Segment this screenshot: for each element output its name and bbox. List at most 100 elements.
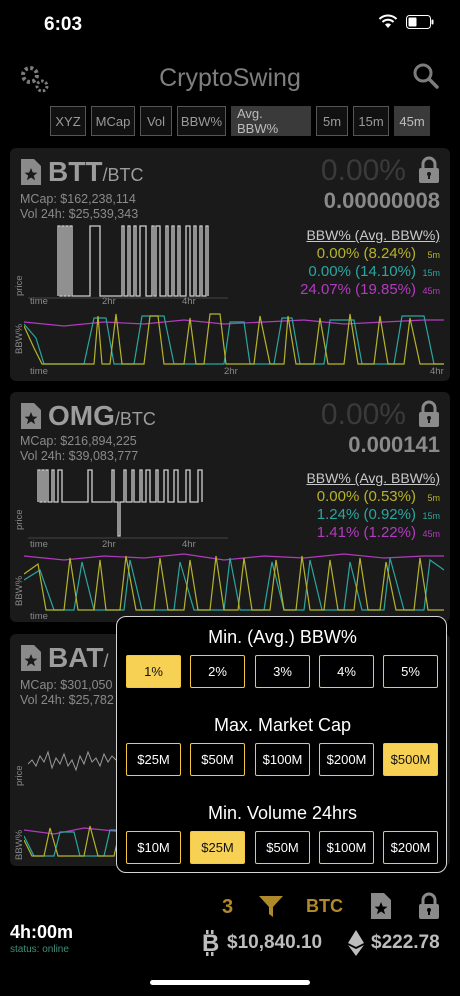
bbw-tick-time: time (30, 611, 48, 622)
coin-change: 0.00% (320, 398, 406, 431)
price-tick-time: time (30, 539, 48, 550)
favorite-star-icon[interactable] (20, 644, 42, 672)
coin-mcap: MCap: $301,050 (20, 678, 113, 692)
price-tick-4hr: 4hr (182, 296, 196, 307)
favorite-star-icon[interactable] (20, 158, 42, 186)
bbw-45m-label: 45m (422, 286, 440, 296)
lock-icon[interactable] (418, 156, 440, 184)
svg-text:B: B (202, 930, 219, 956)
coin-card-omg[interactable]: OMG/BTC MCap: $216,894,225 Vol 24h: $39,… (10, 392, 450, 622)
price-tick-4hr: 4hr (182, 539, 196, 550)
favorite-star-icon[interactable] (20, 402, 42, 430)
favorites-filter-icon[interactable] (370, 892, 392, 920)
btc-price-value: $10,840.10 (227, 932, 323, 953)
mcap-option-100m[interactable]: $100M (255, 743, 310, 776)
lock-filter-icon[interactable] (418, 892, 440, 920)
app-title: CryptoSwing (159, 64, 301, 92)
coin-card-btt[interactable]: BTT/BTC MCap: $162,238,114 Vol 24h: $25,… (10, 148, 450, 381)
base-currency-button[interactable]: BTC (306, 896, 343, 917)
coin-symbol: BTT/BTC (48, 156, 143, 188)
price-tick-time: time (30, 296, 48, 307)
tab-avg-bbw[interactable]: Avg. BBW% (231, 106, 311, 136)
bbw-header: BBW% (Avg. BBW%) (306, 470, 440, 486)
volume-option-200m[interactable]: $200M (383, 831, 438, 864)
bbw-5m-label: 5m (427, 493, 440, 503)
bbw-chart (24, 313, 444, 365)
bbw-15m-value: 0.00% (14.10%) (308, 263, 416, 280)
coin-base: /BTC (102, 165, 144, 185)
eth-price-value: $222.78 (371, 932, 440, 953)
bbw-chart (24, 825, 124, 857)
bbw-option-5[interactable]: 5% (383, 655, 438, 688)
coin-volume: Vol 24h: $25,539,343 (20, 207, 139, 221)
coin-mcap: MCap: $162,238,114 (20, 192, 136, 206)
coin-symbol: BAT/ (48, 642, 108, 674)
bbw-45m-label: 45m (422, 529, 440, 539)
tab-bbw[interactable]: BBW% (177, 106, 226, 136)
volume-option-10m[interactable]: $10M (126, 831, 181, 864)
bbw-15m-label: 15m (422, 511, 440, 521)
volume-option-25m[interactable]: $25M (190, 831, 245, 864)
filter-funnel-icon[interactable] (258, 894, 284, 920)
mcap-option-50m[interactable]: $50M (190, 743, 245, 776)
bbw-15m-label: 15m (422, 268, 440, 278)
coin-symbol: OMG/BTC (48, 400, 156, 432)
bbw-15m-value: 1.24% (0.92%) (316, 506, 416, 523)
bbw-chart (24, 553, 444, 611)
bbw-5m-label: 5m (427, 250, 440, 260)
status-icons (378, 14, 434, 29)
bbw-tick-time: time (30, 366, 48, 377)
bbw-header: BBW% (Avg. BBW%) (306, 227, 440, 243)
bbw-5m-value: 0.00% (0.53%) (316, 488, 416, 505)
coin-ticker: BTT (48, 156, 103, 187)
tab-xyz[interactable]: XYZ (50, 106, 86, 136)
tab-5m[interactable]: 5m (316, 106, 348, 136)
bbw-filter-title: Min. (Avg.) BBW% (208, 627, 357, 647)
price-chart (28, 750, 117, 772)
bbw-45m-value: 24.07% (19.85%) (300, 281, 416, 298)
bbw-tick-2hr: 2hr (224, 366, 238, 377)
mcap-option-500m[interactable]: $500M (383, 743, 438, 776)
volume-option-50m[interactable]: $50M (255, 831, 310, 864)
price-axis-label: price (14, 275, 25, 296)
btc-price: B $10,840.10 (201, 930, 322, 956)
battery-icon (406, 14, 434, 29)
bbw-option-2[interactable]: 2% (190, 655, 245, 688)
bbw-5m-value: 0.00% (8.24%) (316, 245, 416, 262)
coin-volume: Vol 24h: $25,782 (20, 693, 114, 707)
price-chart (28, 469, 228, 539)
mcap-filter-title: Max. Market Cap (213, 715, 352, 735)
tab-15m[interactable]: 15m (353, 106, 389, 136)
bbw-tick-4hr: 4hr (430, 366, 444, 377)
bbw-option-3[interactable]: 3% (255, 655, 310, 688)
ethereum-icon (348, 930, 364, 956)
status-time: 6:03 (44, 14, 83, 35)
filtered-count: 3 (222, 896, 234, 918)
coin-change: 0.00% (320, 154, 406, 187)
bbw-option-4[interactable]: 4% (319, 655, 374, 688)
price-axis-label: price (14, 765, 25, 786)
bbw-axis-label: BBW% (14, 829, 25, 860)
volume-option-100m[interactable]: $100M (319, 831, 374, 864)
coin-base: /BTC (114, 409, 156, 429)
bitcoin-icon: B (202, 930, 219, 956)
coin-price: 0.000141 (348, 432, 440, 457)
tab-vol[interactable]: Vol (140, 106, 172, 136)
tab-45m[interactable]: 45m (394, 106, 430, 136)
price-chart (28, 225, 228, 299)
sort-tabs: XYZ MCap Vol BBW% Avg. BBW% 5m 15m 45m (50, 106, 430, 136)
mcap-option-25m[interactable]: $25M (126, 743, 181, 776)
coin-price: 0.00000008 (323, 188, 440, 213)
coin-base: / (103, 651, 109, 671)
eth-price: $222.78 (347, 930, 440, 956)
coin-mcap: MCap: $216,894,225 (20, 434, 137, 448)
connection-status: status: online (10, 944, 69, 955)
lock-icon[interactable] (418, 400, 440, 428)
mcap-option-200m[interactable]: $200M (319, 743, 374, 776)
coin-volume: Vol 24h: $39,083,777 (20, 449, 139, 463)
tab-mcap[interactable]: MCap (91, 106, 135, 136)
search-icon[interactable] (412, 62, 440, 90)
bbw-axis-label: BBW% (14, 323, 25, 354)
home-indicator[interactable] (150, 980, 310, 985)
bbw-option-1[interactable]: 1% (126, 655, 181, 688)
